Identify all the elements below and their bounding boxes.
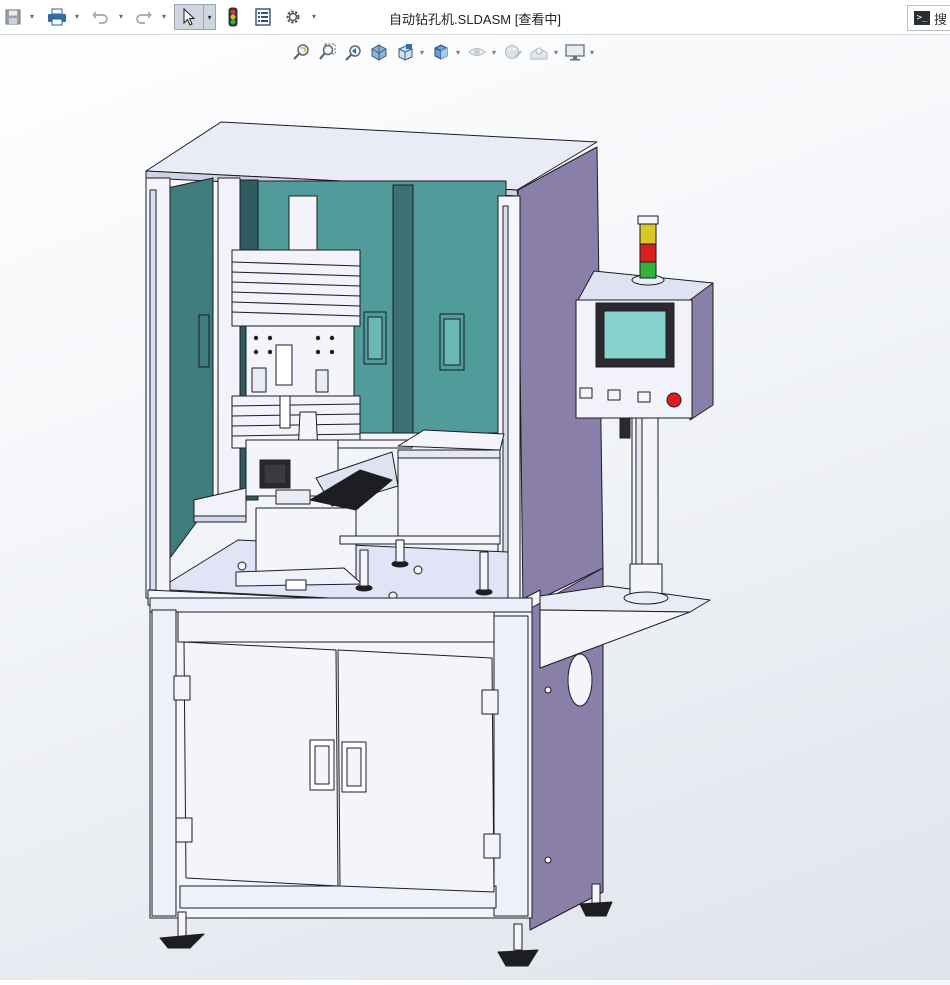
tower-light-red [639,243,657,263]
redo-icon [136,11,152,24]
hide-show-items-caret[interactable]: ▾ [492,48,498,57]
hide-show-items-button[interactable] [466,41,488,63]
zoom-to-fit-button[interactable] [290,41,312,63]
command-prompt-icon: >_ [914,11,930,25]
view-settings-button[interactable] [564,41,586,63]
options-dropdown-caret[interactable]: ▾ [312,12,316,21]
graphics-viewport[interactable] [0,66,950,980]
undo-icon [92,11,108,24]
drill-head-upper-cover [231,249,361,327]
previous-view-icon [345,45,361,61]
view-orientation-button[interactable] [394,41,416,63]
select-dropdown-caret[interactable]: ▾ [204,4,216,30]
heads-up-view-toolbar: ▾ ▾ ▾ ▾ ▾ [290,40,596,64]
print-icon [48,8,66,26]
display-style-icon [434,44,448,60]
options-button[interactable] [282,4,304,30]
zoom-to-area-icon [319,43,336,60]
hide-show-items-icon [468,48,486,56]
save-icon [5,9,21,25]
display-style-button[interactable] [430,41,452,63]
hmi-button-3 [637,391,651,403]
spindle-cylinder [288,195,318,259]
file-properties-icon [255,8,271,26]
save-button[interactable] [3,4,23,30]
title-bar: ▾ ▾ ▾ ▾ ▾ ▾ 自动钻孔机.SLDASM [查看中] >_ 搜 [0,0,950,35]
drilling-machine-model [145,121,714,967]
tower-light-green [639,261,657,279]
redo-button[interactable] [134,4,154,30]
select-button[interactable] [174,4,204,30]
section-view-icon [371,44,387,61]
hmi-screen [603,310,667,360]
apply-scene-button[interactable] [528,41,550,63]
save-dropdown-caret[interactable]: ▾ [30,12,34,21]
collection-box [397,449,501,537]
file-properties-button[interactable] [252,4,274,30]
tower-light-yellow [639,223,657,245]
previous-view-button[interactable] [342,41,364,63]
undo-button[interactable] [90,4,110,30]
print-button[interactable] [46,4,68,30]
redo-dropdown-caret[interactable]: ▾ [162,12,166,21]
print-dropdown-caret[interactable]: ▾ [75,12,79,21]
apply-scene-icon [530,47,548,60]
apply-scene-caret[interactable]: ▾ [554,48,560,57]
section-view-button[interactable] [368,41,390,63]
edit-appearance-button[interactable] [502,41,524,63]
search-label: 搜 [934,12,948,28]
view-orientation-caret[interactable]: ▾ [420,48,426,57]
rebuild-button[interactable] [224,4,242,30]
display-style-caret[interactable]: ▾ [456,48,462,57]
view-settings-icon [565,44,585,61]
select-arrow-icon [183,8,196,26]
hmi-housing-side [689,282,714,421]
options-gear-icon [286,10,300,24]
edit-appearance-icon [505,45,522,59]
search-commands-box[interactable]: >_ 搜 [907,5,950,31]
emergency-stop-button [666,392,682,408]
hmi-button-2 [607,389,621,401]
undo-dropdown-caret[interactable]: ▾ [119,12,123,21]
rebuild-traffic-light-icon [228,7,238,27]
zoom-to-fit-icon [293,44,309,60]
hmi-button-1 [579,387,593,399]
view-settings-caret[interactable]: ▾ [590,48,596,57]
view-orientation-icon [398,44,413,61]
zoom-to-area-button[interactable] [316,41,338,63]
